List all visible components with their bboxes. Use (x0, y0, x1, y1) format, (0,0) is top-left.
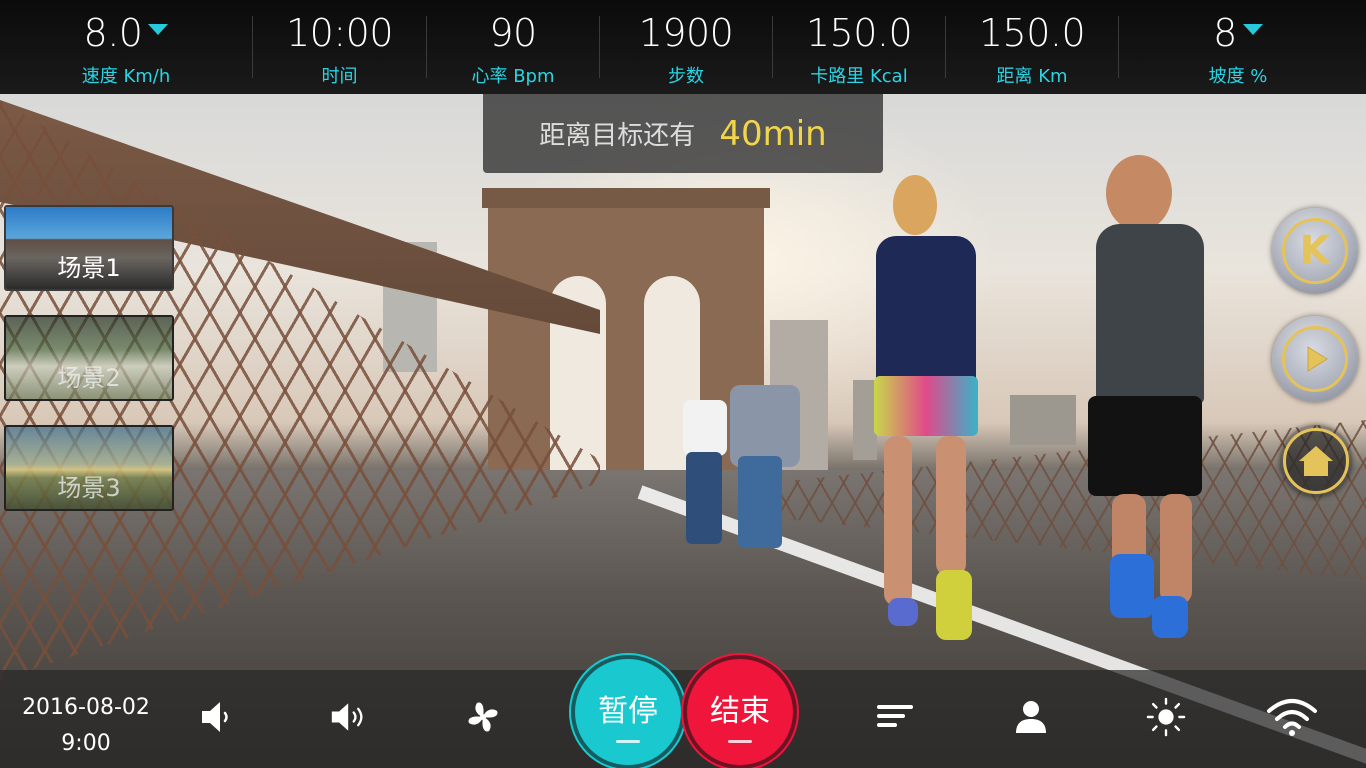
pause-label: 暂停 (598, 693, 658, 729)
stat-label: 心率 Bpm (471, 66, 555, 87)
fan-button[interactable] (463, 697, 503, 737)
minus-icon (728, 739, 752, 743)
tower-cap (482, 188, 770, 208)
menu-button[interactable] (875, 697, 915, 737)
pause-button[interactable]: 暂停 (575, 659, 681, 765)
date-text: 2016-08-02 (22, 695, 150, 720)
stat-calories: 150.0 卡路里 Kcal (773, 0, 945, 94)
scene-thumb-1[interactable]: 场景1 (4, 205, 174, 291)
wifi-indicator[interactable] (1266, 697, 1318, 737)
time-text: 9:00 (61, 731, 111, 756)
stats-bar: 8.0 速度 Km/h 10:00 时间 90 心率 Bpm 1900 步数 1… (0, 0, 1366, 94)
volume-down-icon (202, 702, 228, 732)
brightness-icon (1146, 697, 1186, 737)
stat-value: 8.0 (83, 11, 143, 55)
stat-label: 卡路里 Kcal (810, 66, 908, 87)
volume-down-button[interactable] (198, 697, 238, 737)
menu-bars-icon (877, 705, 913, 727)
stat-label: 距离 Km (996, 66, 1068, 87)
stat-value: 90 (489, 11, 537, 55)
stat-steps: 1900 步数 (600, 0, 772, 94)
k-button[interactable]: K (1272, 208, 1358, 294)
end-button[interactable]: 结束 (687, 659, 793, 765)
stat-value: 1900 (638, 11, 734, 55)
scene-label: 场景1 (57, 254, 121, 282)
k-icon: K (1282, 218, 1348, 284)
user-button[interactable] (1011, 697, 1051, 737)
scene-thumb-2[interactable]: 场景2 (4, 315, 174, 401)
stat-distance: 150.0 距离 Km (946, 0, 1118, 94)
minus-icon (616, 739, 640, 743)
goal-value: 40min (719, 113, 827, 154)
wifi-icon (1267, 699, 1317, 736)
stat-heart-rate: 90 心率 Bpm (427, 0, 599, 94)
home-icon-glyph (1299, 446, 1333, 476)
home-icon (1283, 428, 1349, 494)
volume-up-icon (331, 703, 363, 731)
k-letter: K (1299, 228, 1331, 274)
datetime: 2016-08-02 9:00 (0, 690, 172, 762)
stat-label: 步数 (668, 66, 704, 87)
home-button[interactable] (1280, 425, 1352, 497)
stat-value: 150.0 (978, 11, 1086, 55)
stat-speed[interactable]: 8.0 速度 Km/h (0, 0, 252, 94)
volume-up-button[interactable] (330, 697, 370, 737)
goal-banner: 距离目标还有 40min (483, 94, 883, 173)
scene-thumb-3[interactable]: 场景3 (4, 425, 174, 511)
stat-label: 坡度 % (1208, 66, 1268, 87)
stat-incline[interactable]: 8 坡度 % (1119, 0, 1357, 94)
play-button[interactable] (1272, 316, 1358, 402)
stat-label: 速度 Km/h (81, 66, 171, 87)
fan-icon (468, 702, 498, 732)
stat-label: 时间 (321, 66, 358, 87)
play-icon-glyph (1307, 346, 1328, 372)
scene-label: 场景2 (57, 364, 121, 392)
stat-value: 8 (1213, 11, 1237, 55)
chevron-down-icon[interactable] (148, 24, 169, 35)
goal-text: 距离目标还有 (539, 121, 696, 151)
scene-label: 场景3 (57, 474, 121, 502)
building (1010, 395, 1076, 445)
play-icon (1282, 326, 1348, 392)
chevron-down-icon[interactable] (1242, 24, 1263, 35)
stat-value: 10:00 (285, 11, 394, 55)
stat-time: 10:00 时间 (253, 0, 426, 94)
end-label: 结束 (710, 693, 770, 729)
stat-value: 150.0 (805, 11, 913, 55)
brightness-button[interactable] (1146, 697, 1186, 737)
user-icon (1016, 701, 1046, 733)
